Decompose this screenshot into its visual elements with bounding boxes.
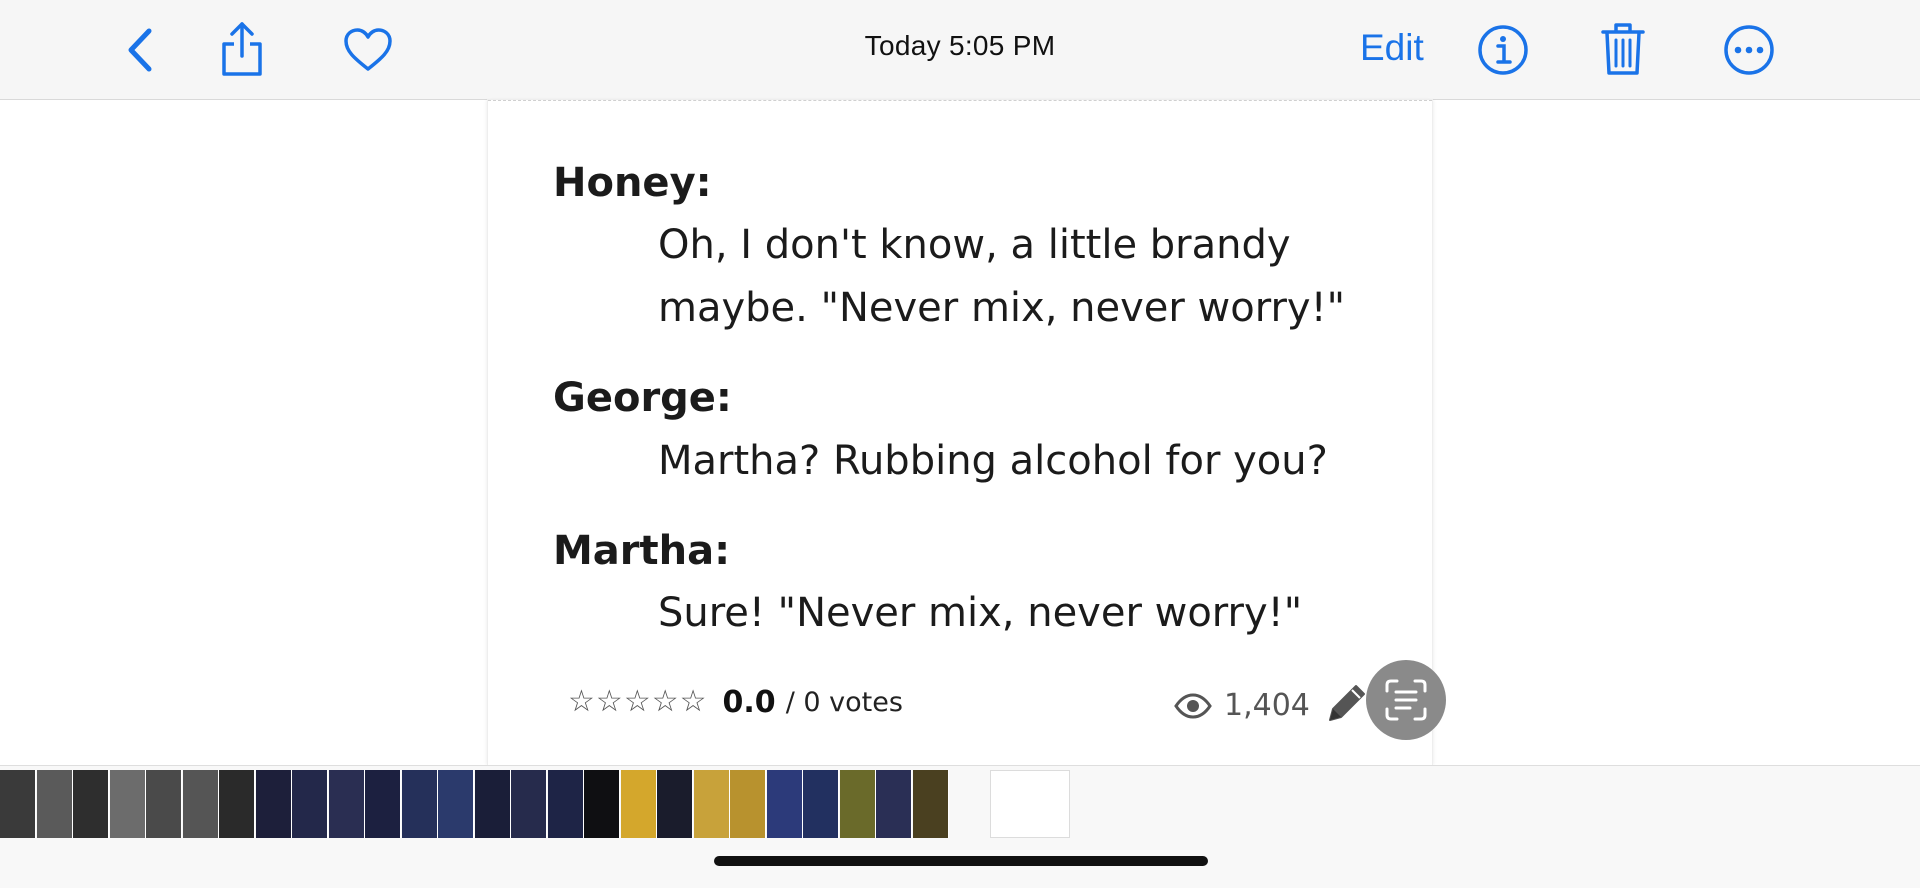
- photo-thumbnail[interactable]: [766, 770, 803, 838]
- photo-thumbnail[interactable]: [0, 770, 36, 838]
- photo-thumbnail[interactable]: [365, 770, 401, 838]
- info-button[interactable]: [1476, 24, 1530, 76]
- edit-pencil-button[interactable]: [1324, 680, 1370, 730]
- star-icon[interactable]: ☆: [680, 687, 707, 717]
- pencil-icon: [1329, 685, 1365, 721]
- more-icon: [1724, 25, 1774, 75]
- current-thumbnail[interactable]: [990, 770, 1070, 838]
- photo-thumbnail[interactable]: [657, 770, 693, 838]
- photo-thumbnail[interactable]: [839, 770, 876, 838]
- favorite-button[interactable]: [340, 24, 396, 76]
- photo-thumbnail[interactable]: [730, 770, 766, 838]
- photo-thumbnail[interactable]: [401, 770, 438, 838]
- dialogue-line: maybe. "Never mix, never worry!": [658, 285, 1346, 331]
- photo-thumbnail[interactable]: [912, 770, 949, 838]
- more-button[interactable]: [1722, 24, 1776, 76]
- photo-thumbnail[interactable]: [73, 770, 109, 838]
- photo-thumbnail[interactable]: [36, 770, 73, 838]
- back-chevron-icon: [128, 28, 152, 72]
- photo-thumbnail[interactable]: [219, 770, 255, 838]
- star-icon[interactable]: ☆: [624, 687, 651, 717]
- dialogue-line: Oh, I don't know, a little brandy: [658, 222, 1291, 268]
- dialogue-line: Sure! "Never mix, never worry!": [658, 590, 1303, 636]
- live-text-button[interactable]: [1366, 660, 1446, 740]
- photo-thumbnail[interactable]: [182, 770, 219, 838]
- back-button[interactable]: [120, 24, 160, 76]
- photo-thumbnail[interactable]: [255, 770, 292, 838]
- photo-thumbnail[interactable]: [438, 770, 474, 838]
- delete-button[interactable]: [1598, 20, 1648, 78]
- share-button[interactable]: [215, 18, 269, 80]
- speaker-name: George:: [553, 375, 732, 421]
- eye-icon: [1174, 692, 1212, 719]
- page-title: Today 5:05 PM: [864, 30, 1056, 61]
- speaker-name: Martha:: [553, 528, 731, 574]
- photo-thumbnail[interactable]: [474, 770, 511, 838]
- photo-thumbnail[interactable]: [109, 770, 146, 838]
- share-icon: [222, 22, 262, 76]
- photo-thumbnail[interactable]: [146, 770, 182, 838]
- photo-thumbnail[interactable]: [620, 770, 657, 838]
- rating-score: 0.0: [722, 684, 776, 720]
- photo-thumbnail[interactable]: [803, 770, 839, 838]
- view-count-value: 1,404: [1224, 688, 1310, 723]
- thumbnail-filmstrip[interactable]: [0, 765, 1920, 888]
- photo-thumbnail[interactable]: [584, 770, 620, 838]
- page-edge: [488, 100, 1432, 103]
- live-text-icon: [1385, 679, 1427, 721]
- info-icon: [1478, 25, 1528, 75]
- photo-thumbnail[interactable]: [693, 770, 730, 838]
- rating-row: ☆ ☆ ☆ ☆ ☆ 0.0 / 0 votes: [568, 682, 903, 722]
- star-icon[interactable]: ☆: [568, 687, 595, 717]
- star-icon[interactable]: ☆: [596, 687, 623, 717]
- dialogue-line: Martha? Rubbing alcohol for you?: [658, 438, 1328, 484]
- photo-thumbnail[interactable]: [547, 770, 584, 838]
- photo-content[interactable]: Honey: Oh, I don't know, a little brandy…: [488, 100, 1432, 765]
- photo-thumbnail[interactable]: [328, 770, 365, 838]
- photo-thumbnail[interactable]: [511, 770, 547, 838]
- view-count: 1,404: [1174, 688, 1310, 723]
- edit-button[interactable]: Edit: [1360, 27, 1424, 69]
- home-indicator[interactable]: [714, 856, 1208, 866]
- star-icon[interactable]: ☆: [652, 687, 679, 717]
- speaker-name: Honey:: [553, 160, 712, 206]
- photo-thumbnail[interactable]: [292, 770, 328, 838]
- trash-icon: [1601, 23, 1645, 75]
- top-toolbar: Today 5:05 PM Edit: [0, 0, 1920, 100]
- star-rating: ☆ ☆ ☆ ☆ ☆: [568, 687, 707, 717]
- vote-count: / 0 votes: [785, 686, 903, 718]
- photo-thumbnail[interactable]: [876, 770, 912, 838]
- thumbnail-list: [0, 770, 949, 838]
- heart-icon: [344, 28, 392, 71]
